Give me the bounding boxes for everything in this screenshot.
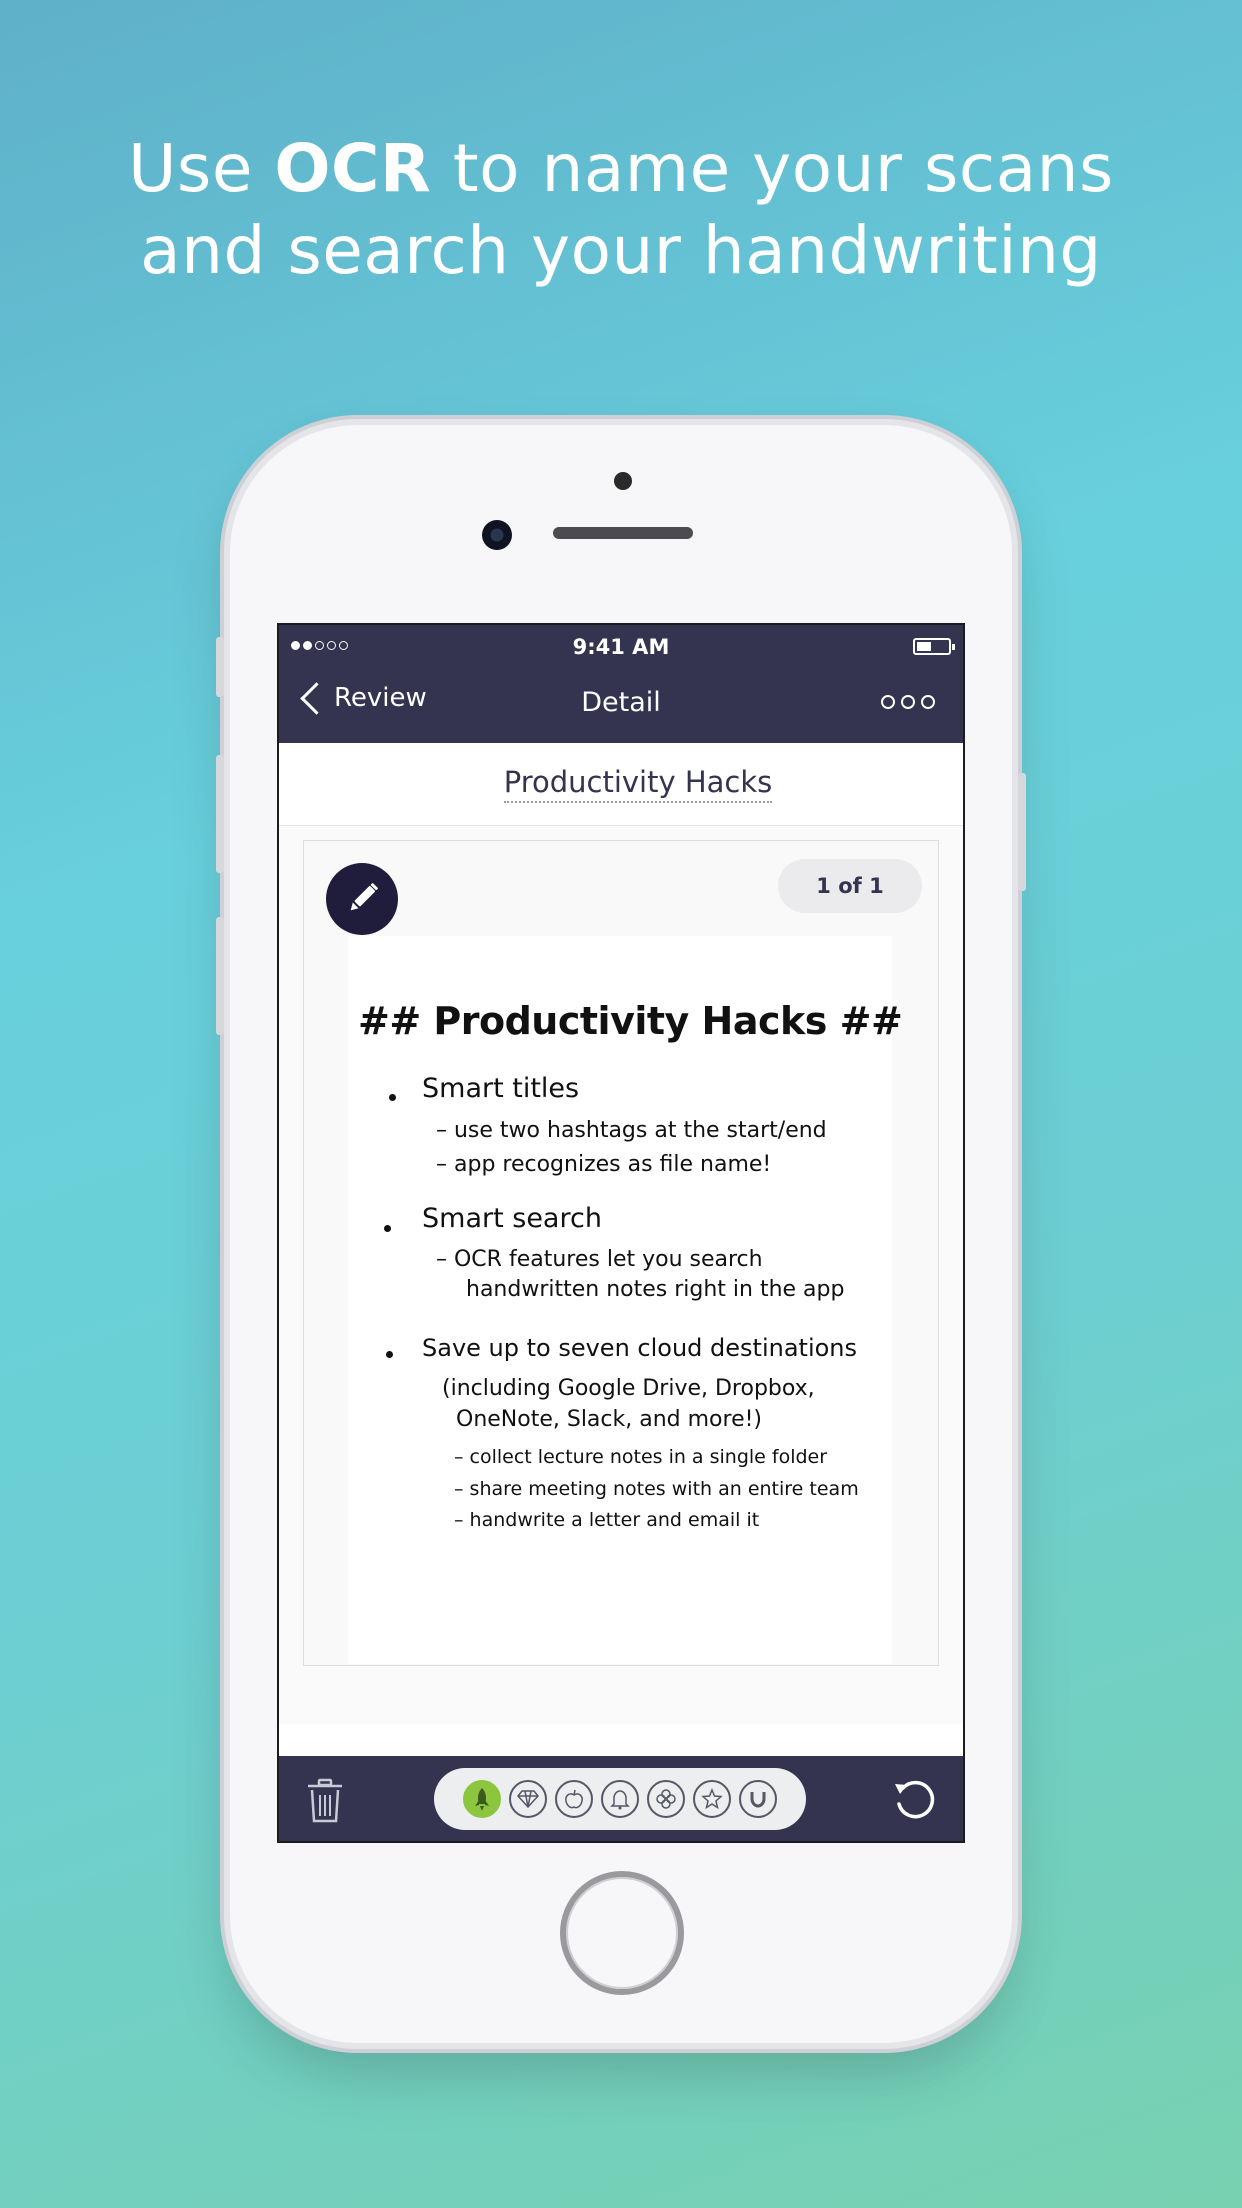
bullet-dot xyxy=(384,1225,391,1232)
note-line: – collect lecture notes in a single fold… xyxy=(454,1446,828,1468)
power-button xyxy=(1018,773,1026,891)
note-line: handwritten notes right in the app xyxy=(466,1277,845,1302)
front-camera xyxy=(482,520,512,550)
volume-up-button xyxy=(216,755,224,873)
apple-icon[interactable] xyxy=(555,1780,593,1818)
navigation-bar: Review Detail xyxy=(279,669,963,743)
rocket-icon[interactable] xyxy=(463,1780,501,1818)
note-bullet-1: Smart titles xyxy=(422,1073,580,1104)
note-line: – app recognizes as file name! xyxy=(436,1152,772,1177)
battery-icon xyxy=(913,638,955,655)
home-button[interactable] xyxy=(560,1871,684,1995)
page-indicator: 1 of 1 xyxy=(778,859,922,913)
note-line: – use two hashtags at the start/end xyxy=(436,1118,827,1143)
note-line: – OCR features let you search xyxy=(436,1247,763,1272)
bullet-dot xyxy=(389,1094,396,1101)
edit-button[interactable] xyxy=(326,863,398,935)
clover-icon[interactable] xyxy=(647,1780,685,1818)
nav-title: Detail xyxy=(581,687,661,718)
volume-down-button xyxy=(216,917,224,1035)
pencil-icon xyxy=(350,883,378,911)
note-line: OneNote, Slack, and more!) xyxy=(456,1407,763,1432)
headline-line-2: and search your handwriting xyxy=(140,212,1102,289)
rotate-icon[interactable] xyxy=(891,1776,939,1824)
bottom-toolbar xyxy=(279,1756,963,1841)
headline: Use OCR to name your scans and search yo… xyxy=(0,128,1242,292)
scanned-page-card: 1 of 1 ## Productivity Hacks ## Smart ti… xyxy=(303,840,939,1666)
note-bullet-3: Save up to seven cloud destinations xyxy=(422,1334,858,1362)
app-screen: 9:41 AM Review Detail Productivity Hacks… xyxy=(277,623,965,1843)
note-line: – handwrite a letter and email it xyxy=(454,1509,760,1531)
more-horizontal-icon[interactable] xyxy=(881,695,935,709)
note-line: – share meeting notes with an entire tea… xyxy=(454,1478,859,1500)
proximity-sensor xyxy=(614,472,632,490)
status-time: 9:41 AM xyxy=(572,635,670,659)
note-title: ## Productivity Hacks ## xyxy=(358,999,903,1043)
trash-icon[interactable] xyxy=(305,1778,345,1824)
mute-switch xyxy=(216,637,224,697)
document-title-row: Productivity Hacks xyxy=(279,743,963,826)
diamond-icon[interactable] xyxy=(509,1780,547,1818)
note-line: (including Google Drive, Dropbox, xyxy=(442,1376,815,1401)
status-bar: 9:41 AM xyxy=(279,625,963,669)
star-icon[interactable] xyxy=(693,1780,731,1818)
document-title[interactable]: Productivity Hacks xyxy=(503,765,773,803)
bullet-dot xyxy=(386,1351,393,1358)
headline-line-1: Use OCR to name your scans xyxy=(128,130,1114,207)
color-tag-selector xyxy=(434,1768,806,1830)
note-bullet-2: Smart search xyxy=(422,1203,602,1234)
bell-icon[interactable] xyxy=(601,1780,639,1818)
horseshoe-icon[interactable] xyxy=(739,1780,777,1818)
earpiece-speaker xyxy=(553,527,693,539)
